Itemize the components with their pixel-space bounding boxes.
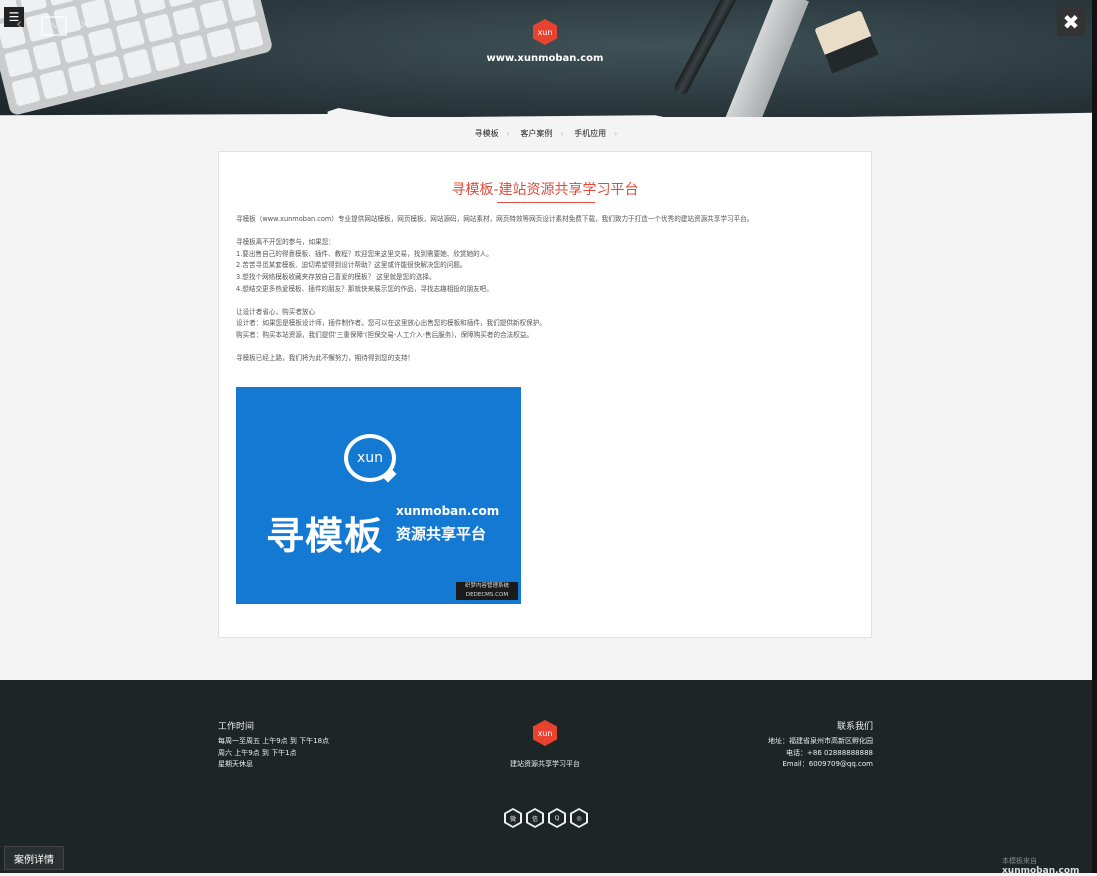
breadcrumb-item[interactable]: 手机应用: [574, 129, 606, 138]
contact-info: 地址：福建省泉州市高新区孵化园 电话：+86 02888888888 Email…: [768, 737, 873, 768]
article-body: 寻模板（www.xunmoban.com）专业提供网站模板，网页模板，网站源码，…: [236, 214, 856, 365]
footer-logo[interactable]: xun: [533, 720, 557, 746]
work-hours-title: 工作时间: [218, 722, 255, 732]
paragraph: 4.想结交更多热爱模板、插件的朋友？那就快来展示您的作品，寻找志趣相投的朋友吧。: [236, 284, 493, 293]
contact-title: 联系我们: [836, 722, 873, 732]
breadcrumb-separator: ›: [614, 129, 618, 138]
qq-icon[interactable]: Q: [548, 808, 566, 828]
site-url: www.xunmoban.com: [486, 53, 604, 64]
banner-slogan: 资源共享平台: [396, 525, 487, 543]
torn-edge: [0, 108, 1092, 117]
paragraph: 寻模板已经上路，我们将为此不懈努力，期待得到您的支持！: [236, 354, 415, 363]
scrollbar[interactable]: [1092, 0, 1097, 873]
close-icon[interactable]: ✖: [1057, 8, 1085, 36]
article-title: 寻模板-建站资源共享学习平台: [451, 182, 639, 198]
weibo-icon[interactable]: 微: [504, 808, 522, 828]
breadcrumb: 寻模板 › 客户案例 › 手机应用 ›: [0, 128, 1092, 139]
title-underline: [497, 202, 595, 203]
banner-title: 寻模板: [266, 514, 384, 558]
case-details-button[interactable]: 案例详情: [4, 846, 64, 870]
breadcrumb-item[interactable]: 客户案例: [520, 129, 552, 138]
header-banner: xun www.xunmoban.com: [0, 0, 1092, 117]
breadcrumb-separator: ›: [560, 129, 564, 138]
paragraph: 3.想找个网络模板收藏夹存放自己喜爱的模板？ 这里就是您的选择。: [236, 272, 436, 281]
logo[interactable]: xun: [533, 19, 557, 45]
promo-image: xun 寻模板 xunmoban.com 资源共享平台 织梦内容管理系统 DED…: [236, 387, 521, 604]
banner-domain: xunmoban.com: [396, 504, 500, 518]
breadcrumb-separator: ›: [506, 129, 510, 138]
ruler-image: [725, 0, 809, 117]
paragraph: 2.苦苦寻觅某套模板、迫切希望得到设计帮助？这里或许能很快解决您的问题。: [236, 261, 467, 270]
expand-icon[interactable]: ↘: [41, 16, 67, 36]
pencil-image: [672, 0, 742, 97]
paragraph: 寻模板离不开您的参与，如果您：: [236, 238, 335, 247]
eraser-image: [814, 10, 876, 66]
article-card: 寻模板-建站资源共享学习平台 寻模板（www.xunmoban.com）专业提供…: [218, 151, 872, 638]
paragraph: 购买者：购买本站资源，我们提供'三重保障'(担保交易-人工介入-售后服务)，保障…: [236, 330, 534, 339]
bubble-text: xun: [348, 438, 392, 478]
prev-arrow-icon[interactable]: ‹: [16, 14, 22, 33]
paragraph: 设计者：如果您是模板设计师，插件制作者。您可以在这里放心出售您的模板和插件，我们…: [236, 319, 546, 328]
social-links: 微 信 Q ◎: [504, 808, 588, 828]
breadcrumb-item[interactable]: 寻模板: [475, 129, 499, 138]
paragraph: 寻模板（www.xunmoban.com）专业提供网站模板，网页模板，网站源码，…: [236, 215, 754, 223]
footer: 工作时间 每周一至周五 上午9点 到 下午18点 周六 上午9点 到 下午1点 …: [0, 680, 1092, 873]
paragraph: 1.要出售自己的得意模板、插件、教程？欢迎您来这里交易，找到需要她、欣赏她的人。: [236, 249, 493, 258]
watermark: 织梦内容管理系统 DEDECMS.COM: [456, 582, 518, 600]
template-credit[interactable]: 本模板来自 xunmoban.com: [1002, 856, 1097, 876]
next-arrow-icon[interactable]: ›: [80, 14, 86, 33]
paragraph: 让设计者省心，购买者放心: [236, 307, 316, 316]
wechat-icon[interactable]: 信: [526, 808, 544, 828]
footer-slogan: 建站资源共享学习平台: [510, 760, 580, 768]
work-hours: 每周一至周五 上午9点 到 下午18点 周六 上午9点 到 下午1点 星期天休息: [218, 737, 330, 768]
dribbble-icon[interactable]: ◎: [570, 808, 588, 828]
